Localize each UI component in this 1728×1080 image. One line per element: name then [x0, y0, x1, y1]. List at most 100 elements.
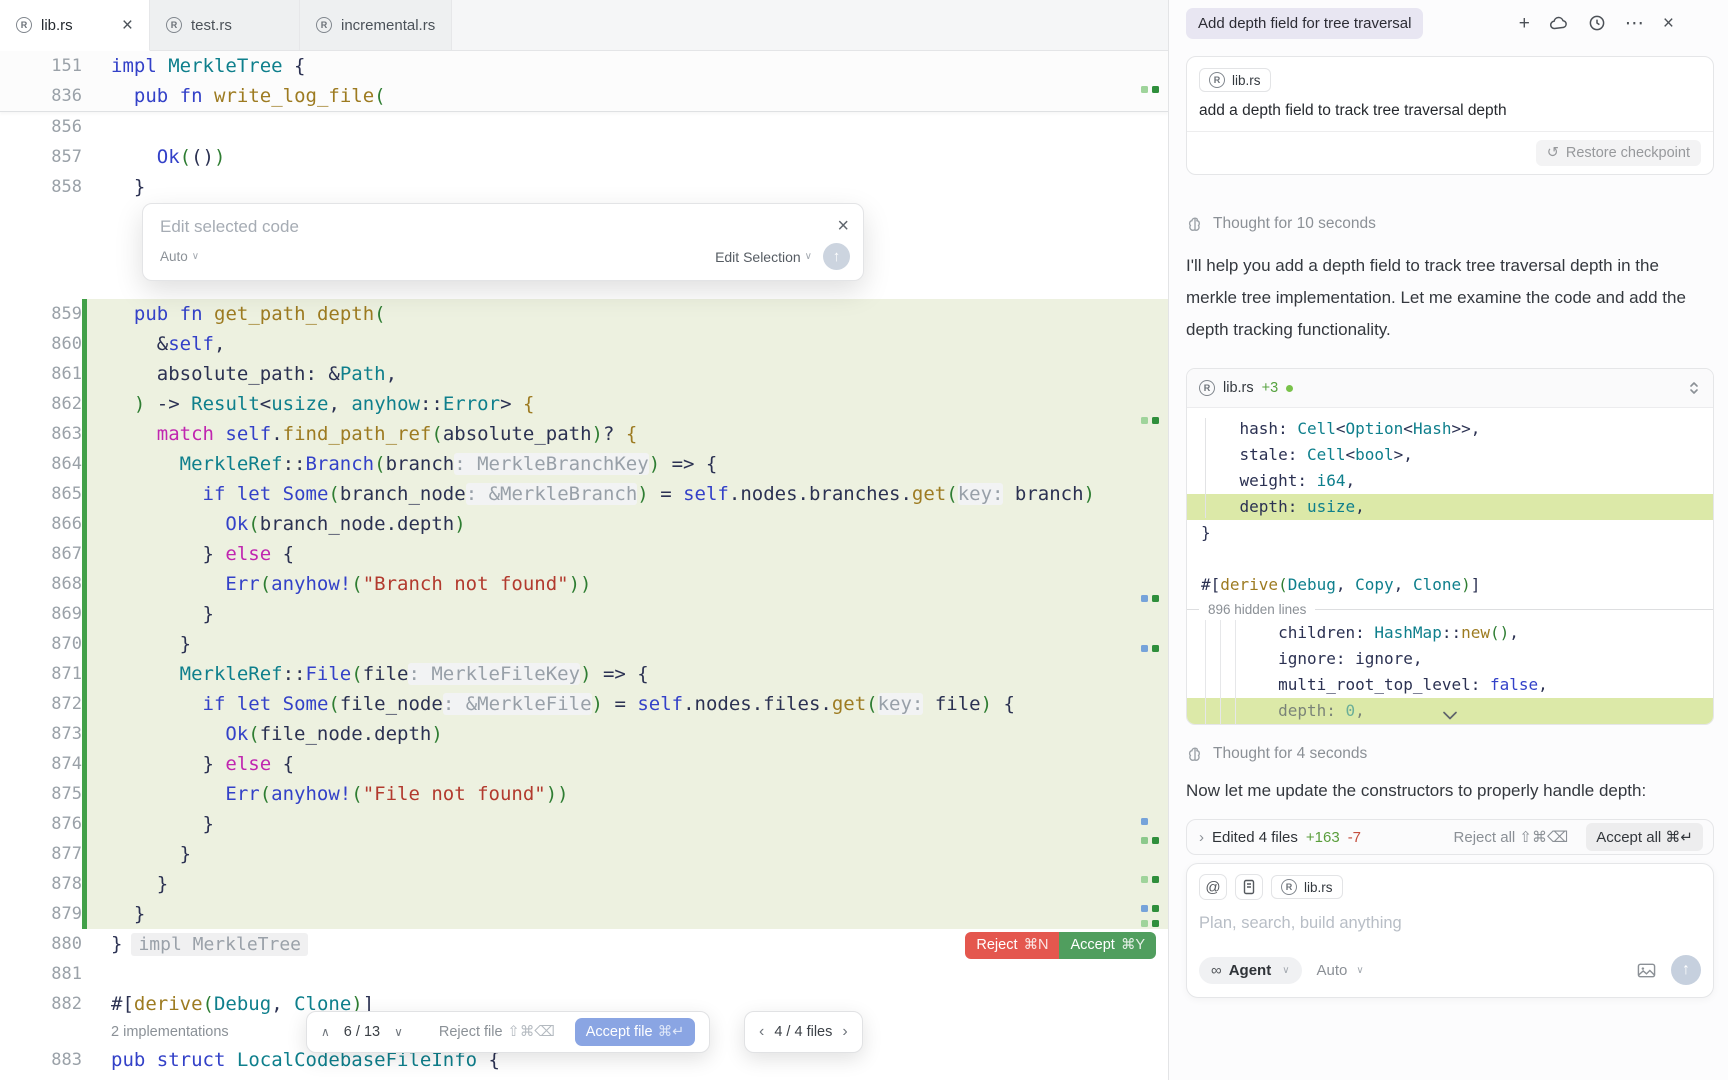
line-number: 857	[0, 142, 82, 172]
expand-collapse-icon[interactable]	[1687, 380, 1701, 396]
code-line[interactable]: 866 Ok(branch_node.depth)	[0, 509, 1168, 539]
code-line[interactable]: 872 if let Some(file_node: &MerkleFile) …	[0, 689, 1168, 719]
code-line[interactable]: 151impl MerkleTree {	[0, 51, 1168, 81]
diff-code-line: weight: i64,	[1187, 468, 1713, 494]
line-number: 866	[0, 509, 82, 539]
attach-file-icon[interactable]	[1235, 874, 1263, 900]
diff-card-header[interactable]: R lib.rs +3	[1187, 369, 1713, 408]
code-line[interactable]: 856	[0, 112, 1168, 142]
chevron-down-icon[interactable]: ∨	[394, 1025, 403, 1039]
context-file-chip[interactable]: R lib.rs	[1271, 875, 1343, 899]
ghost-context-label: impl MerkleTree	[131, 933, 308, 956]
model-selector[interactable]: Auto	[160, 249, 188, 264]
code-line[interactable]: 879 }	[0, 899, 1168, 929]
message-composer[interactable]: @ R lib.rs Plan, search, build anything …	[1186, 863, 1714, 998]
code-line[interactable]: 863 match self.find_path_ref(absolute_pa…	[0, 419, 1168, 449]
code-line[interactable]: 871 MerkleRef::File(file: MerkleFileKey)…	[0, 659, 1168, 689]
tab-test-rs[interactable]: Rtest.rs	[150, 0, 300, 50]
code-line[interactable]: 868 Err(anyhow!("Branch not found"))	[0, 569, 1168, 599]
line-number: 862	[0, 389, 82, 419]
accept-all-button[interactable]: Accept all ⌘↵	[1586, 823, 1703, 851]
code-line[interactable]: 836 pub fn write_log_file(	[0, 81, 1168, 111]
model-selector[interactable]: Auto ∨	[1317, 962, 1364, 979]
history-icon[interactable]	[1588, 14, 1606, 32]
send-button[interactable]: ↑	[1671, 955, 1701, 985]
submit-edit-button[interactable]: ↑	[823, 243, 850, 270]
rust-file-icon: R	[166, 17, 182, 33]
thinking-summary[interactable]: Thought for 4 seconds	[1186, 745, 1714, 763]
mention-button[interactable]: @	[1199, 874, 1227, 900]
line-number: 869	[0, 599, 82, 629]
edit-code-input[interactable]: Edit selected code	[143, 204, 863, 241]
prev-file-icon[interactable]: ‹	[759, 1023, 764, 1041]
reject-file-button[interactable]: Reject file⇧⌘⌫	[439, 1024, 555, 1040]
composer-input[interactable]: Plan, search, build anything	[1199, 914, 1701, 933]
code-line[interactable]: 873 Ok(file_node.depth)	[0, 719, 1168, 749]
attached-file-chip[interactable]: R lib.rs	[1199, 68, 1271, 92]
code-line[interactable]: 858 }	[0, 172, 1168, 202]
edit-selection-dropdown[interactable]: Edit Selection	[715, 249, 801, 265]
code-line[interactable]: 881	[0, 959, 1168, 989]
close-tab-icon[interactable]: ×	[122, 16, 133, 35]
thinking-summary[interactable]: Thought for 10 seconds	[1186, 215, 1714, 233]
assistant-message: I'll help you add a depth field to track…	[1186, 250, 1708, 346]
scrollbar-diff-marker	[1152, 595, 1159, 602]
tab-incremental-rs[interactable]: Rincremental.rs	[300, 0, 452, 50]
hidden-lines-divider[interactable]: 896 hidden lines	[1187, 598, 1713, 620]
new-chat-icon[interactable]: +	[1519, 14, 1530, 33]
code-line[interactable]: 864 MerkleRef::Branch(branch: MerkleBran…	[0, 449, 1168, 479]
line-number: 874	[0, 749, 82, 779]
cloud-icon[interactable]	[1549, 15, 1569, 31]
close-icon[interactable]: ×	[837, 215, 849, 238]
code-line[interactable]: 867 } else {	[0, 539, 1168, 569]
code-line[interactable]: 865 if let Some(branch_node: &MerkleBran…	[0, 479, 1168, 509]
user-message-text: add a depth field to track tree traversa…	[1199, 102, 1701, 120]
code-lines-top[interactable]: 856857 Ok(())858 }	[0, 112, 1168, 202]
files-pager: ‹ 4 / 4 files ›	[744, 1011, 863, 1053]
diff-code-body[interactable]: hash: Cell<Option<Hash>>, stale: Cell<bo…	[1187, 408, 1713, 724]
restore-checkpoint-button[interactable]: ↺ Restore checkpoint	[1536, 140, 1701, 166]
accept-hunk-button[interactable]: Accept⌘Y	[1059, 932, 1156, 959]
expand-files-icon[interactable]: ›	[1199, 829, 1204, 846]
diff-code-line: }	[1187, 520, 1713, 546]
diff-code-line: ignore: ignore,	[1187, 646, 1713, 672]
sticky-header: 151impl MerkleTree {836 pub fn write_log…	[0, 51, 1168, 112]
more-options-icon[interactable]: ⋯	[1625, 14, 1644, 33]
diff-decision-chips: Reject⌘N Accept⌘Y	[965, 932, 1156, 959]
chevron-down-icon: ∨	[805, 251, 812, 262]
code-line[interactable]: 857 Ok(())	[0, 142, 1168, 172]
reject-all-button[interactable]: Reject all ⇧⌘⌫	[1454, 828, 1569, 846]
line-number: 870	[0, 629, 82, 659]
line-number: 878	[0, 869, 82, 899]
code-line[interactable]: 862 ) -> Result<usize, anyhow::Error> {	[0, 389, 1168, 419]
reject-hunk-button[interactable]: Reject⌘N	[965, 932, 1059, 959]
tab-lib-rs[interactable]: Rlib.rs×	[0, 0, 150, 51]
code-line[interactable]: 869 }	[0, 599, 1168, 629]
code-line[interactable]: 878 }	[0, 869, 1168, 899]
code-line[interactable]: 875 Err(anyhow!("File not found"))	[0, 779, 1168, 809]
code-line[interactable]: 876 }	[0, 809, 1168, 839]
conversation-title[interactable]: Add depth field for tree traversal	[1186, 8, 1423, 39]
chevron-down-icon: ∨	[192, 251, 199, 262]
diff-preview-card: R lib.rs +3 hash: Cell<Option<Hash>>, st…	[1186, 368, 1714, 725]
close-panel-icon[interactable]: ×	[1663, 14, 1674, 33]
image-attach-icon[interactable]	[1637, 962, 1656, 979]
rust-file-icon: R	[1281, 879, 1297, 895]
diff-code-line: #[derive(Debug, Copy, Clone)]	[1187, 572, 1713, 598]
diff-code-line	[1187, 546, 1713, 572]
line-number: 871	[0, 659, 82, 689]
scrollbar-diff-marker	[1152, 86, 1159, 93]
scrollbar-diff-marker	[1141, 837, 1148, 844]
chevron-up-icon[interactable]: ∧	[321, 1025, 330, 1039]
code-line[interactable]: 859 pub fn get_path_depth(	[0, 299, 1168, 329]
code-line[interactable]: 870 }	[0, 629, 1168, 659]
next-file-icon[interactable]: ›	[842, 1023, 847, 1041]
accept-file-button[interactable]: Accept file⌘↵	[575, 1018, 696, 1046]
code-line[interactable]: 874 } else {	[0, 749, 1168, 779]
code-line[interactable]: 877 }	[0, 839, 1168, 869]
selected-code-block[interactable]: 859 pub fn get_path_depth(860 &self,861 …	[0, 299, 1168, 929]
expand-diff-chevron-icon[interactable]	[1442, 711, 1458, 720]
agent-mode-selector[interactable]: ∞ Agent ∨	[1199, 957, 1302, 984]
code-line[interactable]: 860 &self,	[0, 329, 1168, 359]
code-line[interactable]: 861 absolute_path: &Path,	[0, 359, 1168, 389]
